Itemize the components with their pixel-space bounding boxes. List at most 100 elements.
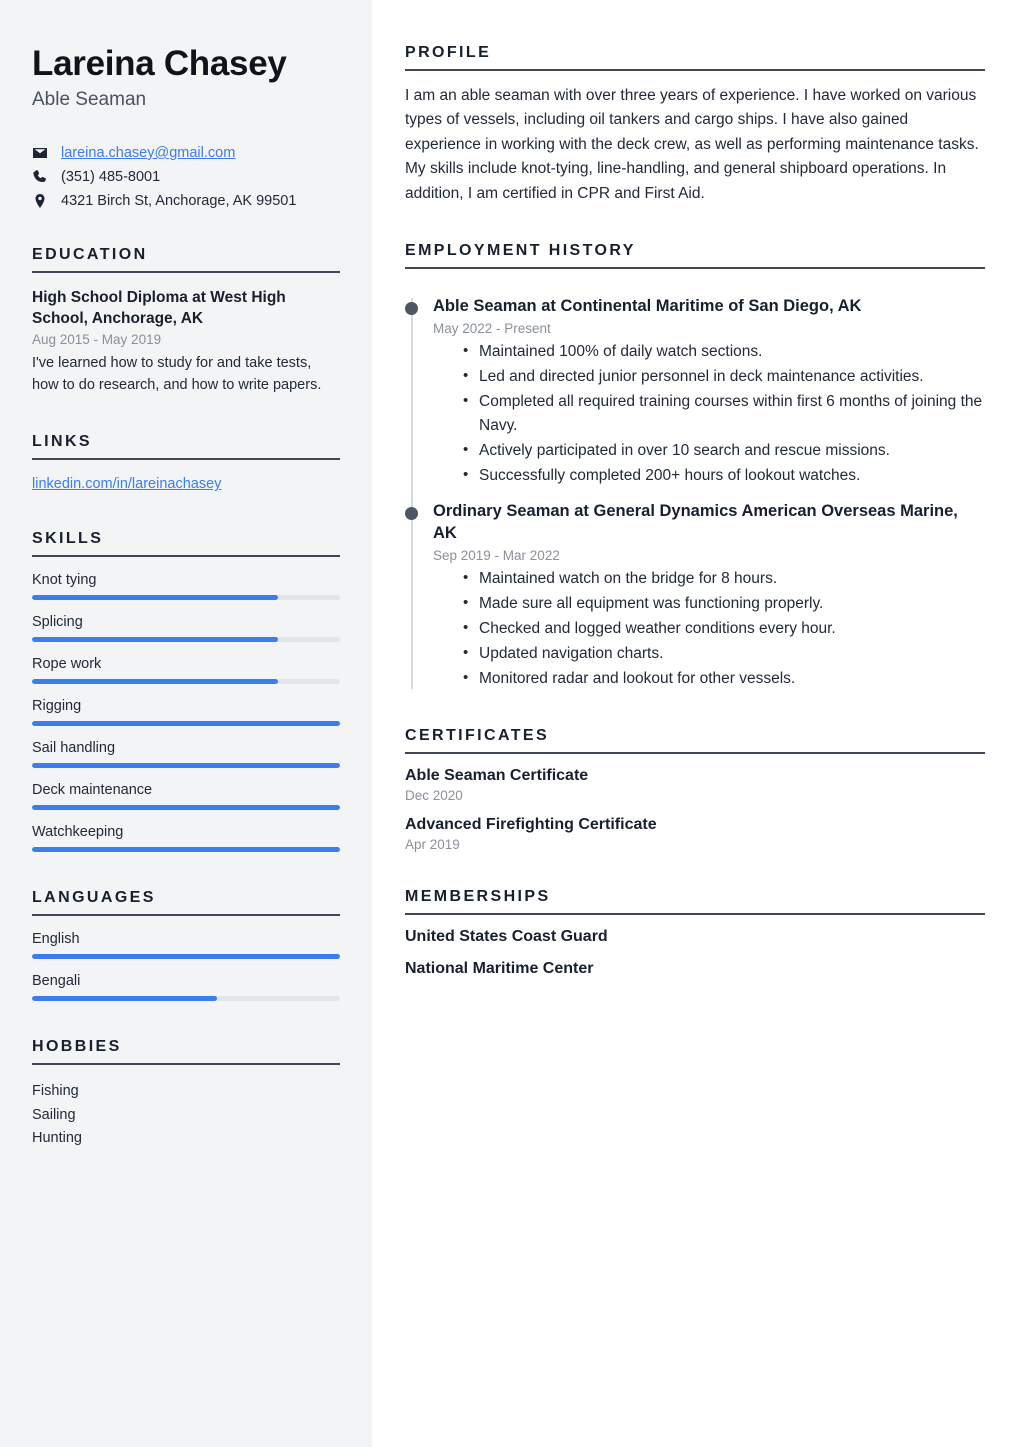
job-bullet: Monitored radar and lookout for other ve… bbox=[463, 666, 985, 691]
job-bullet: Completed all required training courses … bbox=[463, 389, 985, 438]
timeline-dot-icon bbox=[405, 507, 418, 521]
phone-icon bbox=[32, 169, 52, 185]
language-item: English bbox=[32, 931, 340, 960]
skill-bar-track bbox=[32, 595, 340, 601]
contact-list: lareina.chasey@gmail.com (351) 485-8001 … bbox=[32, 145, 340, 209]
skill-item: Knot tying bbox=[32, 572, 340, 601]
job-bullets: Maintained watch on the bridge for 8 hou… bbox=[433, 566, 985, 691]
employment-item: Able Seaman at Continental Maritime of S… bbox=[405, 296, 985, 488]
skill-bar-fill bbox=[32, 679, 279, 685]
hobby-item: Hunting bbox=[32, 1130, 82, 1147]
employment-item: Ordinary Seaman at General Dynamics Amer… bbox=[405, 501, 985, 691]
section-heading-links: LINKS bbox=[32, 433, 340, 461]
job-title: Able Seaman bbox=[32, 89, 147, 111]
skill-bar-track bbox=[32, 637, 340, 643]
skill-label: Sail handling bbox=[32, 740, 116, 757]
hobby-item: Fishing bbox=[32, 1083, 79, 1100]
job-date: Sep 2019 - Mar 2022 bbox=[433, 547, 560, 563]
language-bar-track bbox=[32, 954, 340, 960]
skill-bar-fill bbox=[32, 847, 340, 853]
section-memberships: MEMBERSHIPS United States Coast Guard Na… bbox=[405, 888, 985, 978]
email-link[interactable]: lareina.chasey@gmail.com bbox=[61, 145, 235, 161]
contact-row-phone: (351) 485-8001 bbox=[32, 169, 340, 185]
linkedin-link[interactable]: linkedin.com/in/lareinachasey bbox=[32, 476, 221, 492]
job-title: Ordinary Seaman at General Dynamics Amer… bbox=[433, 502, 958, 543]
address-value: 4321 Birch St, Anchorage, AK 99501 bbox=[61, 192, 297, 209]
job-bullet: Maintained watch on the bridge for 8 hou… bbox=[463, 566, 985, 591]
language-bar-fill bbox=[32, 954, 340, 960]
education-list: High School Diploma at West High School,… bbox=[32, 273, 340, 396]
certificate-item: Advanced Firefighting Certificate Apr 20… bbox=[405, 816, 985, 852]
skill-bar-track bbox=[32, 805, 340, 811]
skill-bar-fill bbox=[32, 805, 340, 811]
memberships-list: United States Coast Guard National Marit… bbox=[405, 915, 985, 978]
job-bullet: Actively participated in over 10 search … bbox=[463, 438, 985, 463]
section-heading-languages: LANGUAGES bbox=[32, 889, 340, 917]
membership-item: National Maritime Center bbox=[405, 959, 594, 977]
certificate-item: Able Seaman Certificate Dec 2020 bbox=[405, 767, 985, 803]
job-bullet: Updated navigation charts. bbox=[463, 641, 985, 666]
job-date: May 2022 - Present bbox=[433, 321, 551, 337]
skill-item: Sail handling bbox=[32, 740, 340, 769]
certificate-name: Able Seaman Certificate bbox=[405, 766, 589, 784]
certificate-date: Apr 2019 bbox=[405, 836, 460, 852]
section-profile: PROFILE I am an able seaman with over th… bbox=[405, 44, 985, 206]
language-item: Bengali bbox=[32, 973, 340, 1002]
job-bullet: Led and directed junior personnel in dec… bbox=[463, 364, 985, 389]
skill-bar-fill bbox=[32, 763, 340, 769]
languages-list: English Bengali bbox=[32, 916, 340, 1002]
section-education: EDUCATION High School Diploma at West Hi… bbox=[32, 246, 340, 396]
section-heading-hobbies: HOBBIES bbox=[32, 1038, 340, 1066]
skill-bar-track bbox=[32, 679, 340, 685]
education-date: Aug 2015 - May 2019 bbox=[32, 332, 162, 348]
job-bullet: Maintained 100% of daily watch sections. bbox=[463, 339, 985, 364]
certificate-date: Dec 2020 bbox=[405, 787, 463, 803]
section-heading-education: EDUCATION bbox=[32, 246, 340, 273]
envelope-icon bbox=[32, 145, 52, 161]
map-pin-icon bbox=[32, 193, 52, 209]
skill-bar-track bbox=[32, 763, 340, 769]
section-heading-employment: EMPLOYMENT HISTORY bbox=[405, 242, 985, 270]
skill-bar-fill bbox=[32, 637, 279, 643]
education-item: High School Diploma at West High School,… bbox=[32, 288, 340, 396]
job-bullet: Checked and logged weather conditions ev… bbox=[463, 616, 985, 641]
skill-item: Deck maintenance bbox=[32, 782, 340, 811]
language-bar-fill bbox=[32, 996, 217, 1002]
section-heading-skills: SKILLS bbox=[32, 530, 340, 558]
language-label: Bengali bbox=[32, 973, 81, 990]
skill-item: Splicing bbox=[32, 614, 340, 643]
certificates-list: Able Seaman Certificate Dec 2020 Advance… bbox=[405, 754, 985, 852]
education-title: High School Diploma at West High School,… bbox=[32, 288, 286, 327]
job-title: Able Seaman at Continental Maritime of S… bbox=[433, 297, 862, 316]
contact-row-email[interactable]: lareina.chasey@gmail.com bbox=[32, 145, 340, 161]
main-content: PROFILE I am an able seaman with over th… bbox=[372, 0, 1024, 1447]
certificate-name: Advanced Firefighting Certificate bbox=[405, 815, 657, 833]
hobbies-list: Fishing Sailing Hunting bbox=[32, 1065, 340, 1150]
profile-body: I am an able seaman with over three year… bbox=[405, 71, 985, 206]
resume-page: Lareina Chasey Able Seaman lareina.chase… bbox=[0, 0, 1024, 1447]
job-bullet: Successfully completed 200+ hours of loo… bbox=[463, 463, 985, 488]
skill-item: Rigging bbox=[32, 698, 340, 727]
skill-item: Rope work bbox=[32, 656, 340, 685]
skill-bar-track bbox=[32, 847, 340, 853]
language-label: English bbox=[32, 931, 80, 948]
skill-label: Rope work bbox=[32, 656, 102, 673]
skill-bar-fill bbox=[32, 721, 340, 727]
employment-timeline: Able Seaman at Continental Maritime of S… bbox=[405, 296, 985, 690]
skill-bar-track bbox=[32, 721, 340, 727]
section-links: LINKS linkedin.com/in/lareinachasey bbox=[32, 433, 340, 493]
sidebar: Lareina Chasey Able Seaman lareina.chase… bbox=[0, 0, 372, 1447]
skill-item: Watchkeeping bbox=[32, 824, 340, 853]
section-employment: EMPLOYMENT HISTORY Able Seaman at Contin… bbox=[405, 242, 985, 690]
employment-body: Able Seaman at Continental Maritime of S… bbox=[405, 269, 985, 690]
section-heading-certificates: CERTIFICATES bbox=[405, 727, 985, 754]
education-description: I've learned how to study for and take t… bbox=[32, 355, 322, 394]
section-hobbies: HOBBIES Fishing Sailing Hunting bbox=[32, 1038, 340, 1150]
contact-row-address: 4321 Birch St, Anchorage, AK 99501 bbox=[32, 193, 340, 209]
job-bullets: Maintained 100% of daily watch sections.… bbox=[433, 339, 985, 488]
section-languages: LANGUAGES English Bengali bbox=[32, 889, 340, 1002]
skill-label: Splicing bbox=[32, 614, 83, 631]
skill-label: Deck maintenance bbox=[32, 782, 153, 799]
section-heading-profile: PROFILE bbox=[405, 44, 985, 71]
section-skills: SKILLS Knot tying Splicing Rope work Rig… bbox=[32, 530, 340, 853]
